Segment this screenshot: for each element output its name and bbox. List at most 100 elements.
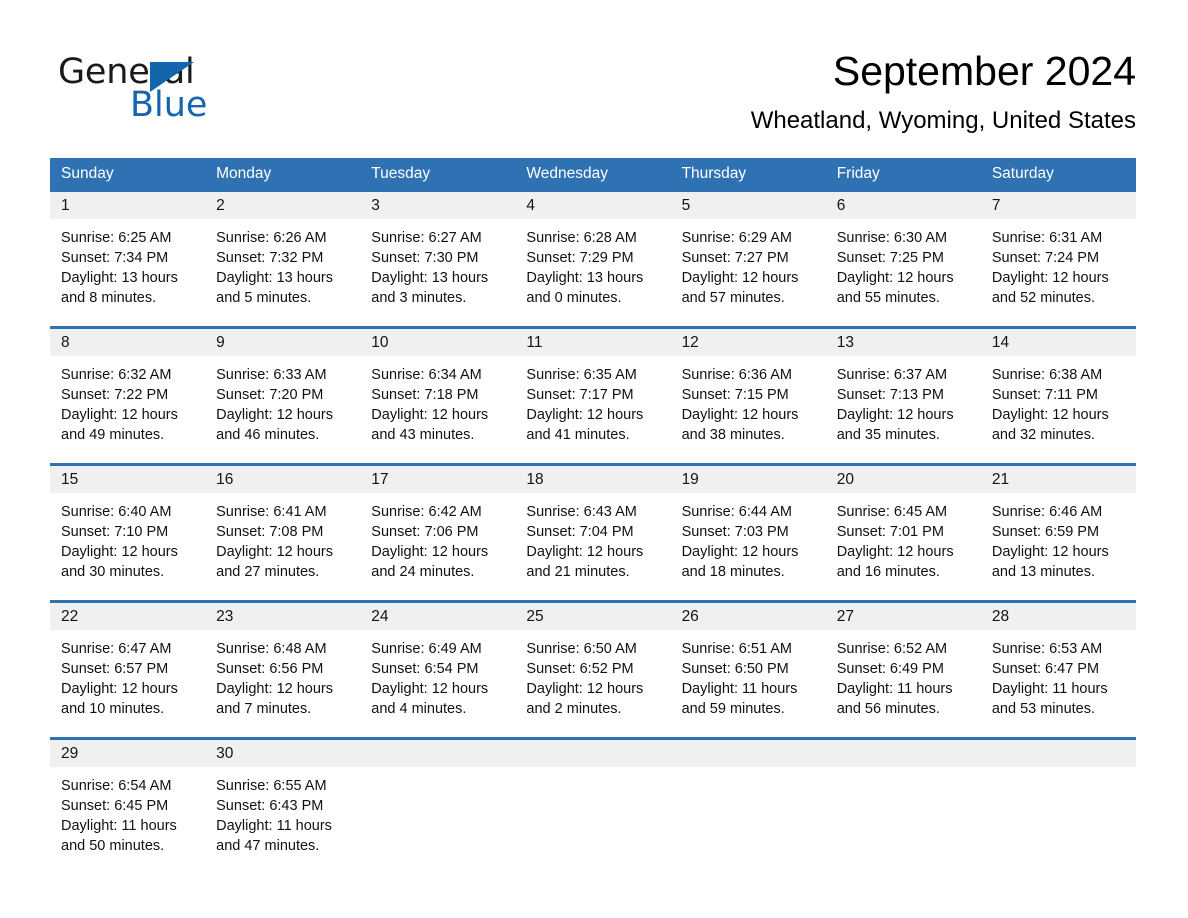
day-cell[interactable]: Sunrise: 6:40 AM Sunset: 7:10 PM Dayligh… — [50, 493, 205, 600]
daylight-text-line1: Daylight: 12 hours — [371, 407, 489, 423]
day-number[interactable]: 20 — [826, 466, 981, 493]
day-cell[interactable]: Sunrise: 6:53 AM Sunset: 6:47 PM Dayligh… — [981, 630, 1136, 737]
sunset-text: Sunset: 7:24 PM — [991, 250, 1100, 266]
day-number[interactable]: 30 — [205, 740, 360, 767]
day-number[interactable]: 18 — [515, 466, 670, 493]
sunset-text: Sunset: 6:47 PM — [991, 661, 1100, 677]
day-number[interactable]: 10 — [360, 329, 515, 356]
day-number[interactable]: 22 — [50, 603, 205, 630]
day-cell[interactable]: Sunrise: 6:49 AM Sunset: 6:54 PM Dayligh… — [360, 630, 515, 737]
daylight-text-line1: Daylight: 11 hours — [61, 818, 177, 834]
daylight-text-line1: Daylight: 12 hours — [991, 407, 1109, 423]
day-number[interactable]: 24 — [360, 603, 515, 630]
weekday-header-thursday: Thursday — [681, 165, 747, 182]
day-cell[interactable]: Sunrise: 6:27 AM Sunset: 7:30 PM Dayligh… — [360, 219, 515, 326]
sunrise-text: Sunrise: 6:45 AM — [836, 504, 948, 520]
day-number[interactable]: 17 — [360, 466, 515, 493]
weekday-header-friday: Friday — [836, 165, 880, 182]
sunrise-text: Sunrise: 6:28 AM — [526, 230, 637, 246]
daylight-text-line2: and 27 minutes. — [216, 564, 320, 580]
weekday-header-tuesday: Tuesday — [371, 165, 431, 182]
day-cell[interactable]: Sunrise: 6:42 AM Sunset: 7:06 PM Dayligh… — [360, 493, 515, 600]
day-number[interactable]: 5 — [671, 192, 826, 219]
day-cell[interactable]: Sunrise: 6:30 AM Sunset: 7:25 PM Dayligh… — [826, 219, 981, 326]
day-number[interactable]: 13 — [826, 329, 981, 356]
day-cell[interactable]: Sunrise: 6:28 AM Sunset: 7:29 PM Dayligh… — [515, 219, 670, 326]
sunset-text: Sunset: 6:56 PM — [216, 661, 324, 677]
day-number[interactable]: 12 — [671, 329, 826, 356]
day-number[interactable]: 21 — [981, 466, 1136, 493]
sunset-text: Sunset: 7:17 PM — [526, 387, 634, 403]
day-number-empty — [981, 740, 1136, 767]
sunrise-text: Sunrise: 6:30 AM — [836, 230, 948, 246]
day-number[interactable]: 11 — [515, 329, 670, 356]
day-number[interactable]: 26 — [671, 603, 826, 630]
daylight-text-line2: and 59 minutes. — [681, 701, 785, 717]
day-cell[interactable]: Sunrise: 6:55 AM Sunset: 6:43 PM Dayligh… — [205, 767, 360, 874]
day-cell[interactable]: Sunrise: 6:50 AM Sunset: 6:52 PM Dayligh… — [515, 630, 670, 737]
day-number[interactable]: 19 — [671, 466, 826, 493]
day-cell[interactable]: Sunrise: 6:46 AM Sunset: 6:59 PM Dayligh… — [981, 493, 1136, 600]
day-number[interactable]: 6 — [826, 192, 981, 219]
day-number[interactable]: 7 — [981, 192, 1136, 219]
sunset-text: Sunset: 7:30 PM — [371, 250, 479, 266]
daylight-text-line2: and 50 minutes. — [61, 838, 165, 854]
day-cell[interactable]: Sunrise: 6:45 AM Sunset: 7:01 PM Dayligh… — [826, 493, 981, 600]
calendar-table: Sunday Monday Tuesday Wednesday Thursday… — [50, 158, 1136, 874]
daylight-text-line1: Daylight: 12 hours — [836, 407, 954, 423]
daylight-text-line1: Daylight: 12 hours — [526, 407, 644, 423]
day-number[interactable]: 9 — [205, 329, 360, 356]
sunrise-text: Sunrise: 6:41 AM — [216, 504, 327, 520]
day-number[interactable]: 14 — [981, 329, 1136, 356]
sunrise-text: Sunrise: 6:38 AM — [991, 367, 1103, 383]
day-number[interactable]: 15 — [50, 466, 205, 493]
day-cell[interactable]: Sunrise: 6:26 AM Sunset: 7:32 PM Dayligh… — [205, 219, 360, 326]
day-cell[interactable]: Sunrise: 6:34 AM Sunset: 7:18 PM Dayligh… — [360, 356, 515, 463]
generalblue-logo[interactable]: General Blue — [58, 52, 318, 125]
day-cell[interactable]: Sunrise: 6:25 AM Sunset: 7:34 PM Dayligh… — [50, 219, 205, 326]
day-cell[interactable]: Sunrise: 6:32 AM Sunset: 7:22 PM Dayligh… — [50, 356, 205, 463]
day-cell[interactable]: Sunrise: 6:33 AM Sunset: 7:20 PM Dayligh… — [205, 356, 360, 463]
sunset-text: Sunset: 7:15 PM — [681, 387, 789, 403]
day-cell[interactable]: Sunrise: 6:51 AM Sunset: 6:50 PM Dayligh… — [671, 630, 826, 737]
sunset-text: Sunset: 7:11 PM — [991, 387, 1098, 403]
day-cell[interactable]: Sunrise: 6:44 AM Sunset: 7:03 PM Dayligh… — [671, 493, 826, 600]
day-number[interactable]: 1 — [50, 192, 205, 219]
day-number[interactable]: 28 — [981, 603, 1136, 630]
calendar-week-row: 8 9 10 11 12 13 14 Sunrise: 6:32 AM Suns… — [50, 326, 1136, 463]
sunset-text: Sunset: 6:49 PM — [836, 661, 944, 677]
day-cell[interactable]: Sunrise: 6:48 AM Sunset: 6:56 PM Dayligh… — [205, 630, 360, 737]
sunrise-text: Sunrise: 6:31 AM — [991, 230, 1103, 246]
day-cell[interactable]: Sunrise: 6:52 AM Sunset: 6:49 PM Dayligh… — [826, 630, 981, 737]
day-number[interactable]: 8 — [50, 329, 205, 356]
day-number[interactable]: 2 — [205, 192, 360, 219]
day-number[interactable]: 16 — [205, 466, 360, 493]
day-cell[interactable]: Sunrise: 6:38 AM Sunset: 7:11 PM Dayligh… — [981, 356, 1136, 463]
sunrise-text: Sunrise: 6:51 AM — [681, 641, 792, 657]
day-number[interactable]: 29 — [50, 740, 205, 767]
day-cell[interactable]: Sunrise: 6:43 AM Sunset: 7:04 PM Dayligh… — [515, 493, 670, 600]
day-cell[interactable]: Sunrise: 6:41 AM Sunset: 7:08 PM Dayligh… — [205, 493, 360, 600]
day-number[interactable]: 4 — [515, 192, 670, 219]
day-cell[interactable]: Sunrise: 6:54 AM Sunset: 6:45 PM Dayligh… — [50, 767, 205, 874]
sunrise-text: Sunrise: 6:47 AM — [61, 641, 172, 657]
sunset-text: Sunset: 6:54 PM — [371, 661, 479, 677]
day-cell[interactable]: Sunrise: 6:29 AM Sunset: 7:27 PM Dayligh… — [671, 219, 826, 326]
calendar-week-row: 1 2 3 4 5 6 7 Sunrise: 6:25 AM Sunset: 7… — [50, 189, 1136, 326]
day-cell[interactable]: Sunrise: 6:36 AM Sunset: 7:15 PM Dayligh… — [671, 356, 826, 463]
daylight-text-line2: and 38 minutes. — [681, 427, 785, 443]
day-cell[interactable]: Sunrise: 6:47 AM Sunset: 6:57 PM Dayligh… — [50, 630, 205, 737]
day-number[interactable]: 25 — [515, 603, 670, 630]
day-number[interactable]: 27 — [826, 603, 981, 630]
day-number[interactable]: 3 — [360, 192, 515, 219]
sunset-text: Sunset: 7:18 PM — [371, 387, 479, 403]
day-cell[interactable]: Sunrise: 6:35 AM Sunset: 7:17 PM Dayligh… — [515, 356, 670, 463]
day-cell[interactable]: Sunrise: 6:31 AM Sunset: 7:24 PM Dayligh… — [981, 219, 1136, 326]
sunset-text: Sunset: 7:22 PM — [61, 387, 169, 403]
daylight-text-line2: and 56 minutes. — [836, 701, 940, 717]
day-cell[interactable]: Sunrise: 6:37 AM Sunset: 7:13 PM Dayligh… — [826, 356, 981, 463]
daylight-text-line2: and 52 minutes. — [991, 290, 1096, 306]
sunset-text: Sunset: 7:08 PM — [216, 524, 324, 540]
page-subtitle: Wheatland, Wyoming, United States — [750, 107, 1136, 134]
day-number[interactable]: 23 — [205, 603, 360, 630]
